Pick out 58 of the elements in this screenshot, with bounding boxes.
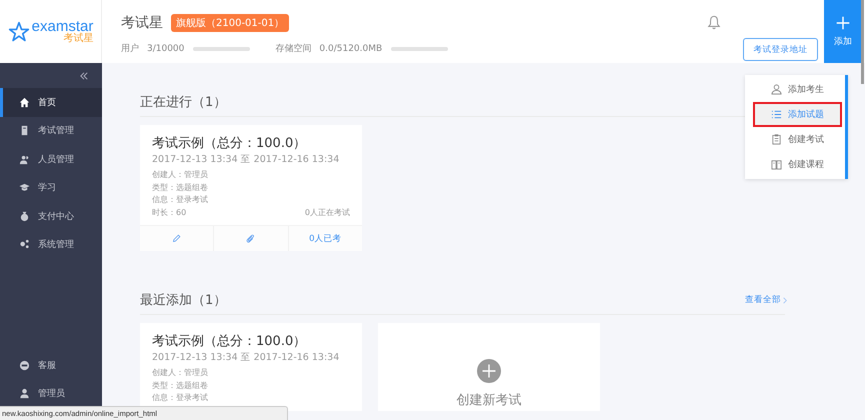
sidebar-item[interactable]: 首页 <box>0 88 102 116</box>
plus-circle-icon <box>477 359 501 383</box>
gears-icon <box>19 239 30 250</box>
app-title: 考试星 <box>121 14 163 32</box>
menu-item[interactable]: 创建考试 <box>753 127 842 152</box>
graduation-cap-icon <box>19 182 30 194</box>
exam-detail: 类型：选题组卷 <box>152 380 208 392</box>
chevron-icon <box>783 296 787 304</box>
exam-detail: 信息：登录考试 <box>152 194 208 206</box>
stat-label: 存储空间 <box>275 42 312 55</box>
sidebar-item[interactable]: 人员管理 <box>0 145 102 174</box>
exam-title: 考试示例（总分：100.0） <box>152 135 308 152</box>
sidebar-item[interactable]: 考试管理 <box>0 116 102 145</box>
exam-card[interactable]: 考试示例（总分：100.0） 2017-12-13 13:34 至 2017-12-16 13:34 创建人：管理员 类型：选题组卷 信息：登录考试 时长：60 0人正在考试 0人已考 <box>140 125 362 251</box>
house-icon <box>19 96 30 108</box>
exam-dates: 2017-12-13 13:34 至 2017-12-16 13:34 <box>152 351 340 364</box>
user-icon <box>19 388 30 400</box>
collapse-icon[interactable] <box>80 72 88 80</box>
exam-detail: 信息：登录考试 <box>152 392 208 404</box>
person-icon <box>771 84 782 95</box>
exam-detail: 类型：选题组卷 <box>152 182 208 194</box>
pencil-icon <box>172 234 182 243</box>
logo-name: examstar <box>32 19 94 34</box>
create-exam-card[interactable]: 创建新考试 <box>378 323 600 410</box>
exam-status: 0人正在考试 <box>304 206 350 218</box>
edition-badge: 旗舰版（2100-01-01） <box>171 14 290 32</box>
sidebar-item[interactable]: 管理员 <box>0 380 102 408</box>
sidebar-item[interactable]: 系统管理 <box>0 230 102 259</box>
document-icon <box>19 125 30 136</box>
stat-value: 0.0/5120.0MB <box>319 44 382 54</box>
sidebar-item[interactable]: 学习 <box>0 174 102 202</box>
create-exam-label: 创建新考试 <box>456 392 522 409</box>
exam-detail: 创建人：管理员 <box>152 169 208 181</box>
section-title: 最近添加（1） <box>140 292 226 309</box>
menu-item[interactable]: 创建课程 <box>753 152 842 177</box>
sidebar-item[interactable]: 客服 <box>0 351 102 380</box>
exam-login-url-button[interactable]: 考试登录地址 <box>743 38 818 61</box>
exam-title: 考试示例（总分：100.0） <box>152 333 308 350</box>
star-logo-icon <box>8 20 30 42</box>
exam-card[interactable]: 考试示例（总分：100.0） 2017-12-13 13:34 至 2017-12-16 13:34 创建人：管理员 类型：选题组卷 信息：登录考试 <box>140 323 362 410</box>
people-icon <box>19 154 30 165</box>
bell-icon[interactable] <box>707 14 721 31</box>
pouch-icon <box>19 210 30 222</box>
exam-dates: 2017-12-13 13:34 至 2017-12-16 13:34 <box>152 153 340 166</box>
paperclip-icon <box>246 234 256 243</box>
section-title: 正在进行（1） <box>140 94 226 111</box>
stat-value: 3/10000 <box>147 44 184 54</box>
clipboard-icon <box>771 134 782 145</box>
menu-item[interactable]: 添加考生 <box>753 77 842 102</box>
list-icon <box>771 109 782 120</box>
stat-label: 用户 <box>121 42 139 55</box>
logo-subtitle: 考试星 <box>63 34 94 44</box>
scrollbar[interactable] <box>861 0 864 84</box>
exam-detail: 时长：60 <box>152 206 186 218</box>
book-icon <box>771 159 782 170</box>
sidebar-item[interactable]: 支付中心 <box>0 202 102 230</box>
exam-detail: 创建人：管理员 <box>152 367 208 379</box>
plus-icon <box>836 16 850 30</box>
